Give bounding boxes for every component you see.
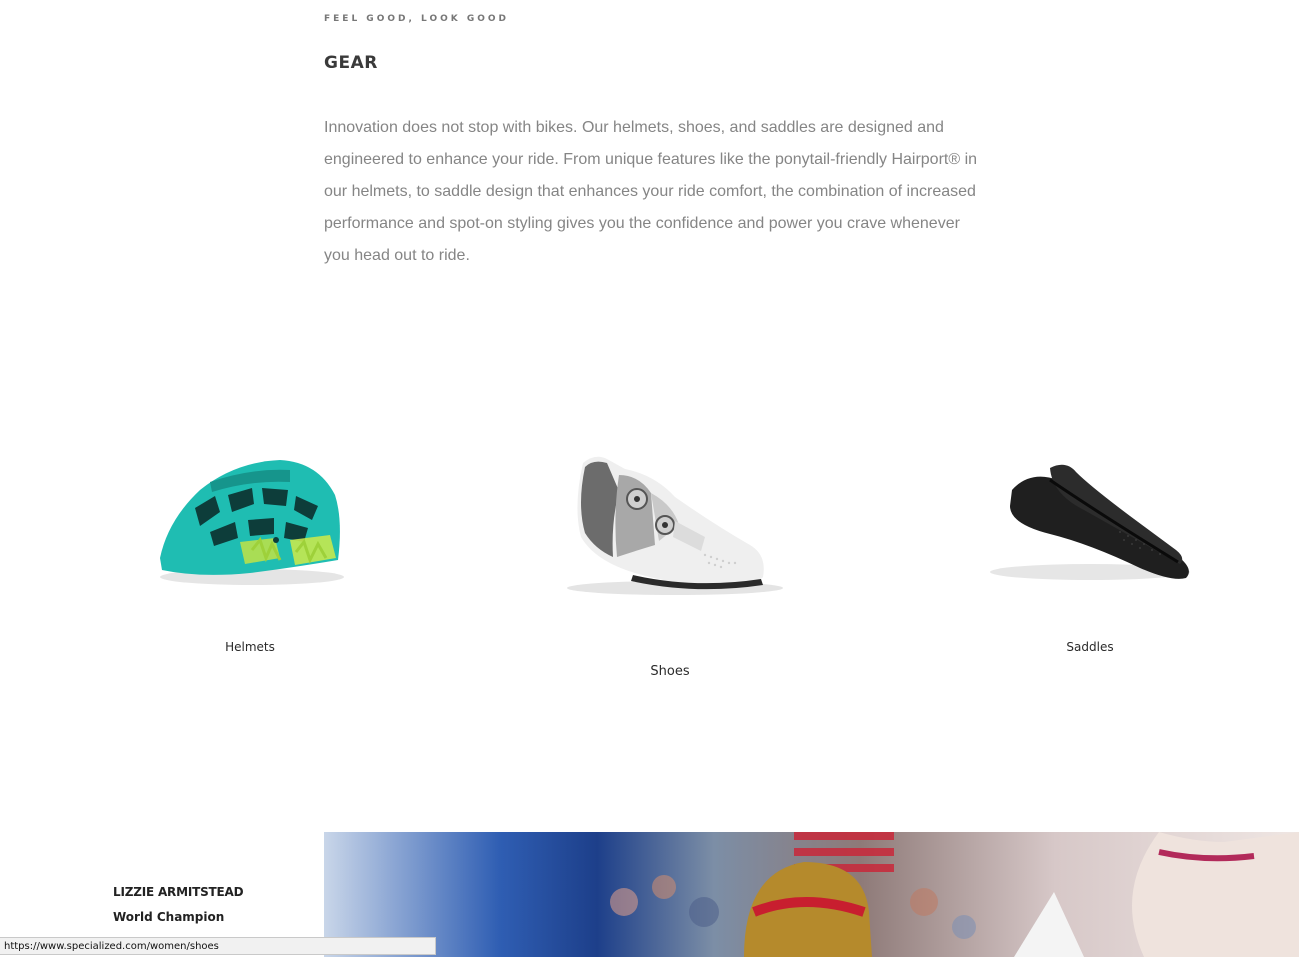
athlete-hero-image	[324, 832, 1299, 957]
saddle-image	[990, 464, 1190, 580]
product-shoes-link[interactable]: Shoes	[555, 445, 785, 685]
product-saddles-link[interactable]: Saddles	[980, 440, 1200, 660]
athlete-title: World Champion	[113, 910, 225, 924]
product-shoes-label: Shoes	[650, 664, 690, 679]
helmet-image	[160, 460, 344, 585]
section-eyebrow: FEEL GOOD, LOOK GOOD	[324, 14, 510, 24]
browser-status-url: https://www.specialized.com/women/shoes	[0, 937, 436, 955]
athlete-name: LIZZIE ARMITSTEAD	[113, 885, 244, 899]
section-title: GEAR	[324, 53, 378, 73]
shoe-image	[567, 456, 783, 595]
product-helmets-label: Helmets	[225, 640, 275, 654]
product-helmets-link[interactable]: Helmets	[140, 440, 360, 660]
product-saddles-label: Saddles	[1066, 640, 1114, 654]
section-intro: Innovation does not stop with bikes. Our…	[324, 119, 978, 264]
